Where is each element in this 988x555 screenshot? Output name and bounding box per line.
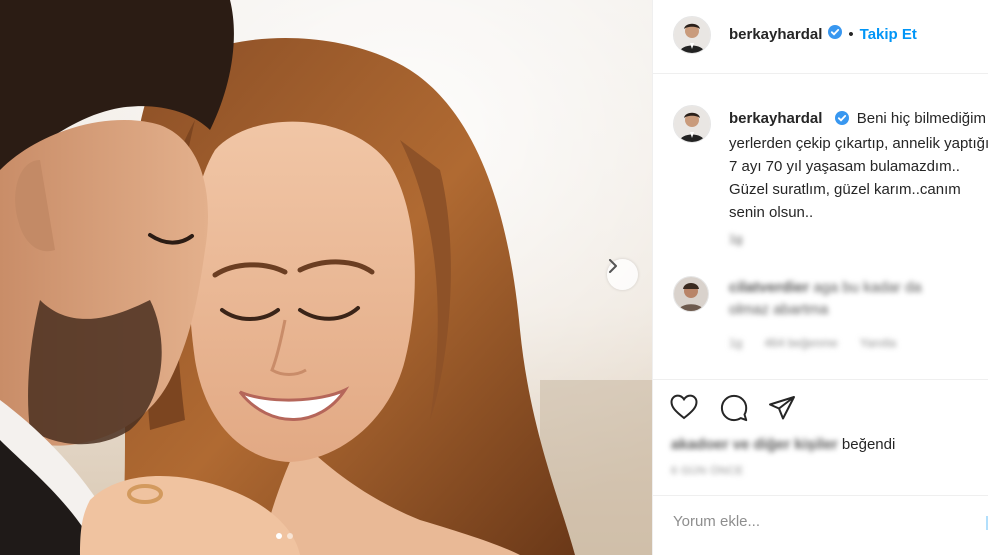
likes-names[interactable]: akadoer ve diğer kişiler: [671, 436, 838, 453]
comment-reply-button[interactable]: Yanıtla: [860, 336, 896, 350]
heart-icon[interactable]: [670, 394, 698, 425]
comment: cilatverdier aga bu kadar da olmaz abart…: [729, 277, 959, 321]
post-header: berkayhardal • Takip Et: [653, 0, 988, 74]
chevron-right-icon: [609, 259, 617, 273]
carousel-indicator: [276, 533, 293, 539]
post-caption: berkayhardal Beni hiç bilmediğim yerlerd…: [729, 107, 988, 224]
comment-input[interactable]: [671, 512, 975, 531]
caption-username[interactable]: berkayhardal: [729, 110, 822, 127]
carousel-dot-active: [276, 533, 282, 539]
verified-icon: [834, 109, 849, 132]
commenter-avatar[interactable]: [673, 276, 709, 312]
next-photo-button[interactable]: [607, 259, 638, 290]
action-bar: [653, 379, 988, 422]
avatar-portrait-icon: [674, 277, 708, 311]
comment-bar: [653, 495, 988, 555]
author-avatar[interactable]: [673, 16, 711, 54]
comment-likes[interactable]: 464 beğenme: [764, 336, 837, 350]
post-photo: [0, 0, 652, 555]
comment-time: 1g: [729, 336, 743, 350]
couple-photo-illustration: [0, 0, 652, 555]
comment-meta: 1g 464 beğenme Yanıtla: [729, 336, 896, 350]
caption-time: 1g: [729, 232, 743, 246]
commenter-username[interactable]: cilatverdier: [729, 279, 809, 296]
post-date: 6 GÜN ÖNCE: [671, 465, 744, 477]
avatar-portrait-icon: [674, 106, 710, 142]
likes-suffix: beğendi: [837, 436, 896, 453]
header-line: berkayhardal • Takip Et: [729, 25, 917, 43]
follow-button[interactable]: Takip Et: [860, 26, 917, 43]
caption-avatar[interactable]: [673, 105, 711, 143]
carousel-dot: [287, 533, 293, 539]
verified-icon: [828, 25, 843, 43]
post-side-panel: berkayhardal • Takip Et berkayhardal Ben…: [652, 0, 988, 555]
likes-summary[interactable]: akadoer ve diğer kişiler beğendi: [671, 436, 895, 453]
comment-icon[interactable]: [720, 394, 748, 427]
share-icon[interactable]: [768, 395, 796, 426]
separator-dot: •: [848, 25, 854, 43]
author-username[interactable]: berkayhardal: [729, 26, 822, 43]
avatar-portrait-icon: [674, 17, 710, 53]
